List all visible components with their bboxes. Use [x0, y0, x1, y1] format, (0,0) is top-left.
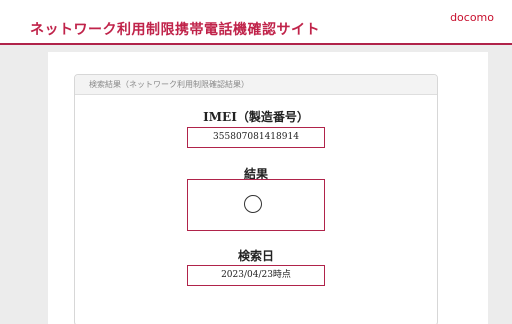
site-header: docomo ネットワーク利用制限携帯電話機確認サイト	[0, 0, 512, 45]
search-date-label: 検索日	[237, 249, 274, 263]
imei-value-box: 355807081418914	[187, 127, 325, 148]
search-date-box: 2023/04/23時点	[187, 265, 325, 286]
site-title: ネットワーク利用制限携帯電話機確認サイト	[30, 22, 320, 38]
search-date-value: 2023/04/23時点	[221, 270, 291, 280]
circle-mark-icon	[244, 195, 262, 213]
page: docomo ネットワーク利用制限携帯電話機確認サイト 検索結果（ネットワーク利…	[0, 0, 512, 324]
main-content: 検索結果（ネットワーク利用制限確認結果） IMEI（製造番号） 35580708…	[48, 52, 488, 324]
result-value-box	[187, 179, 325, 231]
imei-value: 355807081418914	[213, 132, 299, 142]
card-title: 検索結果（ネットワーク利用制限確認結果）	[75, 75, 437, 95]
imei-label: IMEI（製造番号）	[203, 110, 309, 124]
search-result-card: 検索結果（ネットワーク利用制限確認結果） IMEI（製造番号） 35580708…	[74, 74, 438, 324]
docomo-logo[interactable]: docomo	[450, 11, 494, 24]
